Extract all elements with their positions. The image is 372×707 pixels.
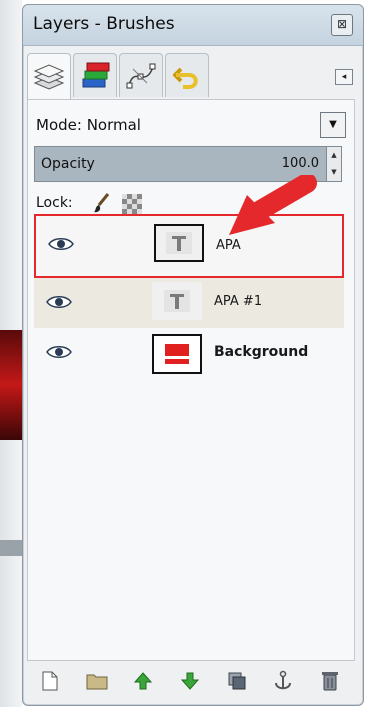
- layer-row-apa-1[interactable]: APA #1: [34, 278, 344, 328]
- paths-icon: [126, 63, 156, 88]
- tab-paths[interactable]: [119, 53, 163, 97]
- delete-layer-button[interactable]: [317, 668, 343, 694]
- layer-name: Background: [214, 344, 309, 360]
- anchor-layer-icon: [275, 670, 292, 690]
- red-image-thumbnail: [165, 344, 189, 364]
- tab-undo-history[interactable]: [165, 53, 209, 97]
- layers-dialog: Layers - Brushes ⊠ ◂ Mode: Normal ▼ Opac…: [22, 4, 364, 706]
- eye-icon: [46, 346, 72, 358]
- duplicate-layer-icon: [228, 672, 246, 690]
- background-app-block: [0, 330, 22, 440]
- lower-layer-button[interactable]: [177, 668, 203, 694]
- layer-list: APA APA #1 Background: [34, 214, 346, 644]
- layers-icon: [33, 63, 65, 90]
- opacity-label: Opacity: [41, 156, 95, 172]
- tab-menu-button[interactable]: ◂: [335, 69, 353, 85]
- lock-label: Lock:: [36, 195, 73, 211]
- title-bar: Layers - Brushes ⊠: [23, 5, 363, 46]
- checkerboard-icon: [122, 194, 142, 214]
- dock-tab-bar: ◂: [23, 53, 363, 99]
- eye-icon: [46, 296, 72, 308]
- text-layer-icon: [166, 232, 192, 254]
- close-button[interactable]: ⊠: [331, 14, 353, 36]
- layer-thumbnail: [154, 224, 204, 262]
- delete-layer-icon: [321, 672, 338, 691]
- layer-thumbnail: [152, 282, 202, 320]
- new-layer-group-button[interactable]: [84, 668, 110, 694]
- undo-history-icon: [173, 67, 198, 89]
- annotation-arrow-icon: [229, 175, 317, 235]
- channels-icon: [82, 62, 110, 87]
- mode-row: Mode: Normal ▼: [36, 112, 346, 138]
- dialog-title: Layers - Brushes: [33, 14, 175, 34]
- layer-actions-bar: [27, 663, 353, 699]
- tab-layers[interactable]: [27, 53, 71, 99]
- background-app-strip: [0, 0, 22, 707]
- layer-name: APA #1: [214, 294, 263, 309]
- raise-layer-button[interactable]: [130, 668, 156, 694]
- duplicate-layer-button[interactable]: [224, 668, 250, 694]
- layer-thumbnail: [152, 334, 202, 374]
- text-layer-icon: [164, 290, 190, 312]
- spin-down-icon[interactable]: ▼: [327, 164, 341, 181]
- visibility-toggle[interactable]: [46, 294, 72, 313]
- mode-label: Mode: Normal: [36, 116, 141, 134]
- opacity-value: 100.0: [281, 156, 319, 171]
- tab-channels[interactable]: [73, 53, 117, 97]
- opacity-spinner[interactable]: ▲ ▼: [326, 147, 341, 181]
- new-layer-button[interactable]: [37, 668, 63, 694]
- mode-dropdown-button[interactable]: ▼: [320, 112, 346, 138]
- visibility-toggle[interactable]: [46, 344, 72, 363]
- visibility-toggle[interactable]: [48, 236, 74, 255]
- paintbrush-icon: [94, 193, 110, 213]
- layer-row-background[interactable]: Background: [34, 328, 344, 378]
- lower-layer-icon: [180, 672, 200, 690]
- eye-icon: [48, 238, 74, 250]
- background-app-block: [0, 540, 22, 556]
- new-layer-icon: [42, 671, 58, 691]
- spin-up-icon[interactable]: ▲: [327, 147, 341, 164]
- new-layer-group-icon: [86, 674, 108, 690]
- raise-layer-icon: [134, 672, 153, 690]
- anchor-layer-button[interactable]: [270, 668, 296, 694]
